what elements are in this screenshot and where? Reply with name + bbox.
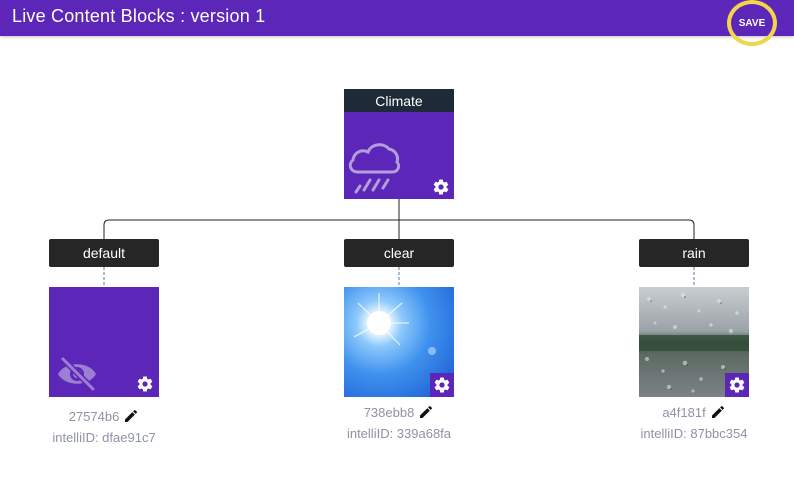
variant-id: 738ebb8 (363, 404, 415, 420)
intelli-id-clear: intelliID: 339a68fa (346, 426, 452, 441)
variant-tile-default[interactable] (49, 287, 159, 397)
root-node-label: Climate (344, 89, 454, 112)
gear-icon[interactable] (725, 373, 749, 397)
pencil-icon[interactable] (710, 404, 726, 420)
variant-tile-clear[interactable] (344, 287, 454, 397)
gear-icon[interactable] (133, 372, 157, 396)
variant-label-clear: clear (344, 239, 454, 267)
variant-label-rain: rain (639, 239, 749, 267)
variant-tile-rain[interactable] (639, 287, 749, 397)
hidden-eye-icon (58, 356, 96, 392)
pencil-icon[interactable] (418, 404, 434, 420)
variant-id: a4f181f (662, 404, 706, 420)
rain-cloud-icon (348, 143, 401, 194)
gear-icon[interactable] (430, 373, 454, 397)
variant-id-row-clear: 738ebb8 (319, 404, 479, 420)
variant-id: 27574b6 (68, 408, 120, 424)
pencil-icon[interactable] (123, 408, 139, 424)
variant-id-row-rain: a4f181f (614, 404, 774, 420)
intelli-id-rain: intelliID: 87bbc354 (640, 426, 748, 441)
intelli-id-default: intelliID: dfae91c7 (52, 430, 156, 445)
variant-label-default: default (49, 239, 159, 267)
variant-id-row-default: 27574b6 (24, 408, 184, 424)
root-node-tile[interactable] (344, 112, 454, 199)
gear-icon[interactable] (429, 175, 453, 199)
